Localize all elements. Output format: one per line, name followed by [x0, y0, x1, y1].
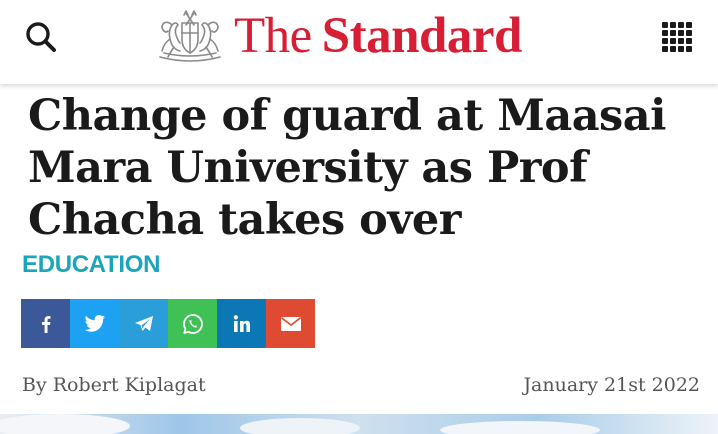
site-title: The Standard [234, 6, 522, 66]
site-logo[interactable]: The Standard [150, 6, 522, 66]
share-bar [21, 299, 315, 348]
share-email-button[interactable] [266, 299, 315, 348]
share-whatsapp-button[interactable] [168, 299, 217, 348]
search-button[interactable] [20, 16, 62, 58]
site-header: The Standard [0, 0, 718, 84]
logo-the: The [234, 8, 312, 64]
share-telegram-button[interactable] [119, 299, 168, 348]
hero-image [0, 414, 718, 434]
author-byline: By Robert Kiplagat [22, 374, 206, 396]
share-twitter-button[interactable] [70, 299, 119, 348]
share-facebook-button[interactable] [21, 299, 70, 348]
coat-of-arms-logo [159, 10, 221, 62]
whatsapp-icon [182, 313, 203, 334]
grid-menu-icon [662, 22, 692, 52]
logo-standard: Standard [321, 8, 523, 64]
linkedin-icon [233, 314, 250, 332]
email-icon [280, 316, 301, 331]
share-linkedin-button[interactable] [217, 299, 266, 348]
category-link[interactable]: EDUCATION [22, 250, 160, 280]
telegram-icon [134, 315, 153, 331]
article-headline: Change of guard at Maasai Mara Universit… [28, 91, 666, 245]
publish-date: January 21st 2022 [523, 374, 700, 396]
menu-button[interactable] [654, 14, 700, 60]
search-icon [26, 22, 56, 52]
facebook-icon [41, 315, 50, 333]
twitter-icon [84, 314, 105, 332]
